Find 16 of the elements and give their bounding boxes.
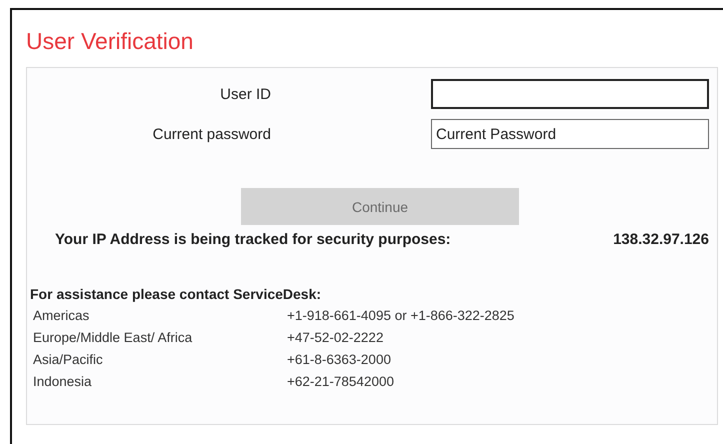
region-name: Asia/Pacific — [33, 352, 104, 367]
region-name: Indonesia — [33, 374, 93, 389]
phone-number: +62-21-78542000 — [287, 374, 395, 389]
ip-notice: Your IP Address is being tracked for security purposes: — [55, 231, 451, 248]
assistance-heading: For assistance please contact ServiceDesk: — [29, 285, 322, 302]
page-title: User Verification — [26, 28, 194, 55]
region-name: Americas — [33, 308, 90, 323]
phone-number: +1-918-661-4095 or +1-866-322-2825 — [287, 308, 516, 323]
region-name: Europe/Middle East/ Africa — [33, 330, 194, 345]
field-label: User ID — [219, 86, 271, 102]
phone-number: +47-52-02-2222 — [287, 330, 384, 345]
ip-address: 138.32.97.126 — [613, 231, 709, 248]
field-label: Current password — [152, 126, 271, 142]
input-field[interactable]: Current Password — [431, 119, 709, 149]
phone-number: +61-8-6363-2000 — [287, 352, 392, 367]
input-field[interactable] — [431, 79, 709, 109]
